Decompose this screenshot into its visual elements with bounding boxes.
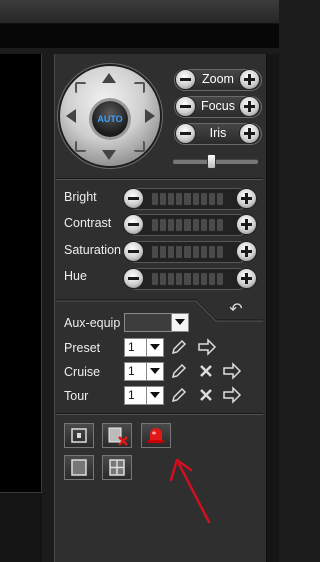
title-strip [0,24,279,48]
alarm-icon [148,428,164,443]
bright-level-bar[interactable] [152,193,223,205]
tour-value: 1 [128,388,135,402]
snapshot-button[interactable] [64,423,94,448]
divider [56,413,263,415]
pan-right-arrow-icon[interactable] [145,109,155,123]
quad-view-icon [109,459,125,476]
ptz-speed-slider-thumb[interactable] [206,154,216,169]
hue-level-bar[interactable] [152,273,223,285]
cruise-select[interactable]: 1 [124,362,164,381]
cruise-value: 1 [128,364,135,378]
aux-equip-select[interactable] [124,313,189,332]
chevron-down-icon[interactable] [171,314,188,331]
arrow-right-icon[interactable] [197,338,217,356]
cruise-label: Cruise [64,365,101,379]
hue-plus-button[interactable] [236,268,257,289]
zoom-minus-button[interactable] [175,69,196,90]
tour-select[interactable]: 1 [124,386,164,405]
scrollbar[interactable] [266,54,279,562]
zoom-plus-button[interactable] [239,69,260,90]
pan-down-left-arrow-icon[interactable] [75,141,86,152]
auto-button[interactable]: AUTO [92,101,128,137]
single-view-icon [71,459,87,476]
pan-down-arrow-icon[interactable] [102,150,116,160]
saturation-level-bar[interactable] [152,246,223,258]
bright-slider [127,188,248,210]
bright-label: Bright [64,190,97,204]
top-toolbar [0,0,279,24]
saturation-plus-button[interactable] [236,241,257,262]
hue-minus-button[interactable] [123,268,144,289]
pan-left-arrow-icon[interactable] [66,109,76,123]
chevron-down-icon[interactable] [146,363,163,380]
pan-up-right-arrow-icon[interactable] [134,82,145,93]
focus-plus-button[interactable] [239,96,260,117]
saturation-minus-button[interactable] [123,241,144,262]
hue-slider [127,268,248,290]
hue-label: Hue [64,269,87,283]
preset-value: 1 [128,340,135,354]
bright-minus-button[interactable] [123,188,144,209]
contrast-label: Contrast [64,216,112,230]
tour-label: Tour [64,389,89,403]
annotation-arrow-icon [169,458,211,524]
video-area[interactable] [0,54,42,493]
pan-up-arrow-icon[interactable] [102,73,116,83]
preset-label: Preset [64,341,101,355]
alarm-button[interactable] [141,423,171,448]
bright-plus-button[interactable] [236,188,257,209]
close-video-button[interactable] [102,423,132,448]
delete-x-icon[interactable] [197,386,215,404]
saturation-label: Saturation [64,243,121,257]
undo-icon[interactable]: ↶ [227,302,245,318]
saturation-slider [127,241,248,263]
preset-select[interactable]: 1 [124,338,164,357]
arrow-right-icon[interactable] [222,362,242,380]
contrast-plus-button[interactable] [236,214,257,235]
lower-left-area [0,493,42,562]
quad-view-button[interactable] [102,455,132,480]
iris-minus-button[interactable] [175,123,196,144]
pencil-icon[interactable] [170,386,188,404]
close-video-icon [108,427,128,446]
iris-plus-button[interactable] [239,123,260,144]
focus-minus-button[interactable] [175,96,196,117]
snapshot-icon [71,428,87,443]
contrast-minus-button[interactable] [123,214,144,235]
delete-x-icon[interactable] [197,362,215,380]
pan-up-left-arrow-icon[interactable] [75,82,86,93]
chevron-down-icon[interactable] [146,387,163,404]
arrow-right-icon[interactable] [222,386,242,404]
pencil-icon[interactable] [170,362,188,380]
pan-down-right-arrow-icon[interactable] [134,141,145,152]
pencil-icon[interactable] [170,338,188,356]
single-view-button[interactable] [64,455,94,480]
contrast-slider [127,214,248,236]
chevron-down-icon[interactable] [146,339,163,356]
aux-equip-label: Aux-equip [64,316,121,330]
divider [56,178,263,180]
contrast-level-bar[interactable] [152,219,223,231]
